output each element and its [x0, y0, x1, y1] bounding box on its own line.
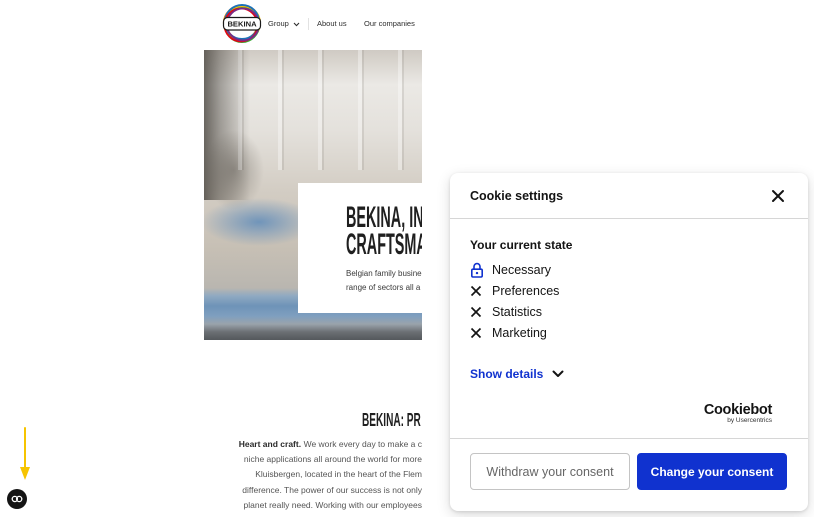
chevron-down-icon: [552, 370, 564, 377]
brand-byline: by Usercentrics: [727, 417, 772, 424]
hero-image: BEKINA, IN CRAFTSMA Belgian family busin…: [204, 50, 422, 340]
show-details-label: Show details: [470, 367, 544, 381]
cookie-icon: [11, 495, 23, 503]
company-website: BEKINA Group About us Our companies BEKI…: [204, 0, 422, 517]
divider: [450, 218, 808, 219]
cookie-settings-dialog: Cookie settings Your current state Neces…: [450, 173, 808, 511]
x-icon: [470, 306, 482, 317]
chevron-down-icon: [293, 22, 300, 26]
intro-heading: BEKINA: PR: [362, 410, 421, 430]
hero-text-line: Belgian family busine: [346, 269, 422, 278]
hero-text: Belgian family busine range of sectors a…: [346, 267, 422, 295]
logo-text: BEKINA: [227, 20, 257, 29]
intro-line: Heart and craft. We work every day to mak…: [204, 437, 422, 452]
category-necessary: Necessary: [470, 259, 559, 280]
category-statistics: Statistics: [470, 301, 559, 322]
category-label: Necessary: [492, 262, 552, 277]
nav-group-label: Group: [268, 19, 289, 28]
intro-line-text: We work every day to make a c: [303, 439, 422, 449]
withdraw-consent-button[interactable]: Withdraw your consent: [470, 453, 630, 490]
current-state-heading: Your current state: [470, 238, 573, 252]
intro-line: Kluisbergen, located in the heart of the…: [255, 469, 422, 480]
hero-title-line: BEKINA, IN: [346, 201, 422, 234]
x-icon: [470, 285, 482, 296]
show-details-button[interactable]: Show details: [470, 366, 564, 382]
intro-paragraph: Heart and craft. We work every day to mak…: [204, 437, 422, 513]
category-marketing: Marketing: [470, 322, 559, 343]
cookiebot-logo[interactable]: Cookiebot by Usercentrics: [704, 402, 772, 425]
hero-text-line: range of sectors all a: [346, 283, 421, 292]
nav-group[interactable]: Group: [268, 19, 300, 29]
bekina-logo[interactable]: BEKINA: [221, 3, 263, 45]
nav-about-us[interactable]: About us: [317, 19, 347, 29]
change-consent-button[interactable]: Change your consent: [637, 453, 787, 490]
dialog-title: Cookie settings: [470, 189, 564, 203]
divider: [450, 438, 808, 439]
intro-line: difference. The power of our success is …: [242, 484, 422, 495]
intro-line: niche applications all around the world …: [243, 454, 422, 465]
x-icon: [470, 327, 482, 338]
lock-icon: [470, 262, 483, 278]
category-label: Preferences: [492, 283, 560, 298]
category-preferences: Preferences: [470, 280, 559, 301]
hero-title: BEKINA, IN CRAFTSMA: [346, 201, 422, 261]
close-button[interactable]: [768, 186, 788, 206]
category-label: Statistics: [492, 304, 543, 319]
nav-divider: [308, 18, 309, 30]
hero-card: BEKINA, IN CRAFTSMA Belgian family busin…: [298, 183, 422, 313]
hero-title-line: CRAFTSMA: [346, 228, 422, 261]
close-icon: [772, 190, 784, 202]
nav-our-companies[interactable]: Our companies: [364, 19, 415, 29]
intro-lead: Heart and craft.: [238, 439, 302, 449]
category-label: Marketing: [492, 325, 547, 340]
brand-name: Cookiebot: [703, 402, 772, 418]
cookie-widget-button[interactable]: [7, 489, 27, 509]
annotation-arrow: [20, 427, 30, 480]
consent-category-list: Necessary Preferences Statistics Marketi…: [470, 259, 559, 343]
intro-line: planet really need. Working with our emp…: [243, 499, 422, 510]
